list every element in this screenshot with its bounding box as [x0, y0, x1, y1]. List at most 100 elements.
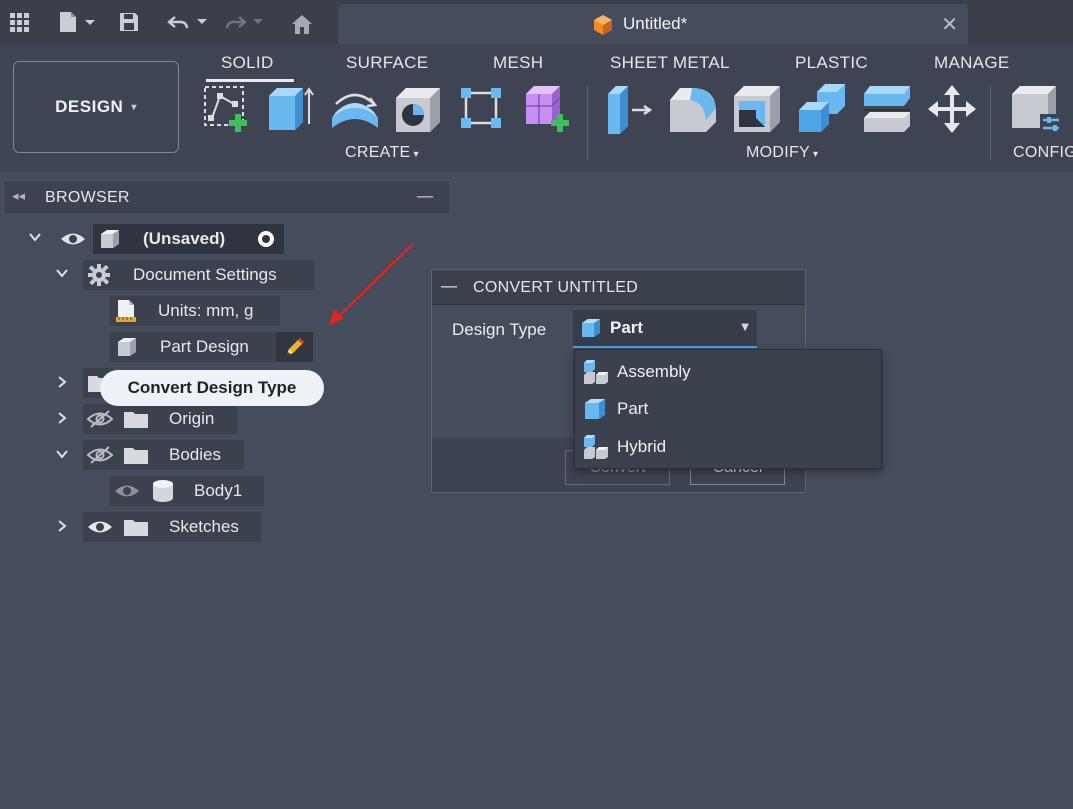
tab-plastic[interactable]: PLASTIC	[795, 53, 868, 73]
chevron-down-icon: ▾	[413, 149, 419, 160]
eye-icon[interactable]	[87, 519, 113, 535]
chevron-down-icon[interactable]	[28, 230, 42, 248]
browser-node-bodies[interactable]: Bodies	[83, 440, 244, 470]
units-label: Units: mm, g	[158, 301, 254, 320]
tab-mesh[interactable]: MESH	[493, 53, 543, 73]
tab-sheet-metal[interactable]: SHEET METAL	[610, 53, 730, 73]
group-divider	[587, 86, 588, 160]
convert-design-type-tooltip: Convert Design Type	[100, 370, 324, 406]
revolve-icon[interactable]	[330, 84, 380, 134]
root-label: (Unsaved)	[143, 229, 226, 248]
folder-icon	[123, 517, 149, 537]
tab-solid[interactable]: SOLID	[221, 53, 274, 73]
chevron-right-icon[interactable]	[55, 375, 69, 393]
pattern-icon[interactable]	[457, 84, 507, 134]
component-cube-icon	[99, 228, 121, 250]
part-design-label: Part Design	[160, 337, 249, 356]
browser-root-node[interactable]: (Unsaved)	[93, 224, 284, 254]
browser-node-units[interactable]: Units: mm, g	[110, 296, 280, 326]
app-grid-icon[interactable]	[6, 8, 32, 36]
chevron-down-icon[interactable]	[55, 447, 69, 465]
home-icon[interactable]	[288, 10, 316, 38]
active-tab-indicator	[206, 79, 294, 82]
group-divider	[990, 86, 991, 160]
origin-label: Origin	[169, 409, 215, 428]
browser-node-sketches[interactable]: Sketches	[83, 512, 261, 542]
group-create[interactable]: CREATE ▾	[345, 144, 419, 162]
create-form-icon[interactable]	[522, 84, 572, 134]
dialog-header: — CONVERT UNTITLED	[432, 270, 805, 305]
document-title: Untitled*	[623, 14, 688, 33]
create-sketch-icon[interactable]	[202, 84, 252, 134]
hybrid-icon	[583, 434, 609, 460]
dropdown-arrow-icon: ▼	[741, 322, 749, 333]
close-tab-icon[interactable]: ✕	[941, 12, 958, 36]
dialog-title: CONVERT UNTITLED	[473, 279, 639, 296]
hole-icon[interactable]	[394, 84, 444, 134]
gear-icon	[87, 263, 111, 287]
extrude-icon[interactable]	[265, 84, 315, 134]
redo-icon[interactable]	[222, 8, 266, 36]
browser-node-body1[interactable]: Body1	[110, 476, 264, 506]
browser-header: ◂◂ BROWSER —	[3, 180, 451, 215]
design-type-dropdown: Assembly Part Hybrid	[574, 349, 882, 469]
browser-node-part-design[interactable]: Part Design	[110, 332, 313, 362]
combine-icon[interactable]	[797, 84, 847, 134]
part-cube-icon	[583, 397, 609, 421]
document-settings-label: Document Settings	[133, 265, 277, 284]
design-type-select[interactable]: Part ▼	[573, 310, 757, 348]
browser-title: BROWSER	[45, 189, 130, 206]
option-assembly-label: Assembly	[617, 362, 691, 381]
browser-node-document-settings[interactable]: Document Settings	[83, 260, 314, 290]
configure-icon[interactable]	[1010, 84, 1060, 134]
browser-node-origin[interactable]: Origin	[83, 404, 238, 434]
units-document-icon	[116, 299, 136, 323]
option-hybrid-label: Hybrid	[617, 437, 667, 456]
assembly-icon	[583, 359, 609, 385]
group-create-label: CREATE	[345, 144, 411, 161]
fillet-icon[interactable]	[668, 84, 718, 134]
chevron-right-icon[interactable]	[55, 411, 69, 429]
press-pull-icon[interactable]	[604, 84, 654, 134]
chevron-right-icon[interactable]	[55, 519, 69, 537]
shell-icon[interactable]	[732, 84, 782, 134]
eye-icon[interactable]	[58, 229, 88, 249]
save-icon[interactable]	[117, 8, 141, 36]
undo-icon[interactable]	[166, 8, 210, 36]
tab-manage[interactable]: MANAGE	[934, 53, 1009, 73]
eye-icon[interactable]	[114, 483, 140, 499]
tab-surface[interactable]: SURFACE	[346, 53, 428, 73]
eye-hidden-icon[interactable]	[87, 445, 113, 465]
option-part[interactable]: Part	[575, 391, 881, 427]
part-cube-icon	[580, 317, 602, 339]
replace-face-icon[interactable]	[862, 84, 912, 134]
bodies-label: Bodies	[169, 445, 221, 464]
active-radio-icon[interactable]	[256, 229, 276, 249]
workspace-label: DESIGN	[55, 97, 124, 116]
selected-design-type: Part	[610, 318, 644, 337]
option-assembly[interactable]: Assembly	[575, 354, 881, 390]
chevron-down-icon: ▾	[131, 101, 137, 113]
file-menu-icon[interactable]	[56, 8, 100, 36]
collapse-dialog-icon[interactable]: —	[440, 276, 458, 297]
document-cube-icon	[594, 15, 612, 35]
pencil-edit-icon[interactable]	[276, 332, 313, 362]
minimize-icon[interactable]: —	[416, 186, 434, 207]
eye-hidden-icon[interactable]	[87, 409, 113, 429]
chevron-down-icon[interactable]	[55, 266, 69, 284]
workspace-switcher-button[interactable]: DESIGN ▾	[13, 61, 179, 153]
design-type-label: Design Type	[452, 320, 547, 339]
option-part-label: Part	[617, 399, 649, 418]
folder-icon	[123, 409, 149, 429]
folder-icon	[123, 445, 149, 465]
group-modify-label: MODIFY	[746, 144, 811, 161]
document-tab[interactable]: Untitled* ✕	[338, 4, 968, 44]
group-configure[interactable]: CONFIG	[1013, 144, 1073, 162]
collapse-panel-icon[interactable]: ◂◂	[12, 189, 25, 204]
option-hybrid[interactable]: Hybrid	[575, 429, 881, 465]
body1-label: Body1	[194, 481, 243, 500]
group-modify[interactable]: MODIFY ▾	[746, 144, 818, 162]
body-cylinder-icon	[152, 479, 174, 503]
sketches-label: Sketches	[169, 517, 239, 536]
move-copy-icon[interactable]	[927, 84, 977, 134]
